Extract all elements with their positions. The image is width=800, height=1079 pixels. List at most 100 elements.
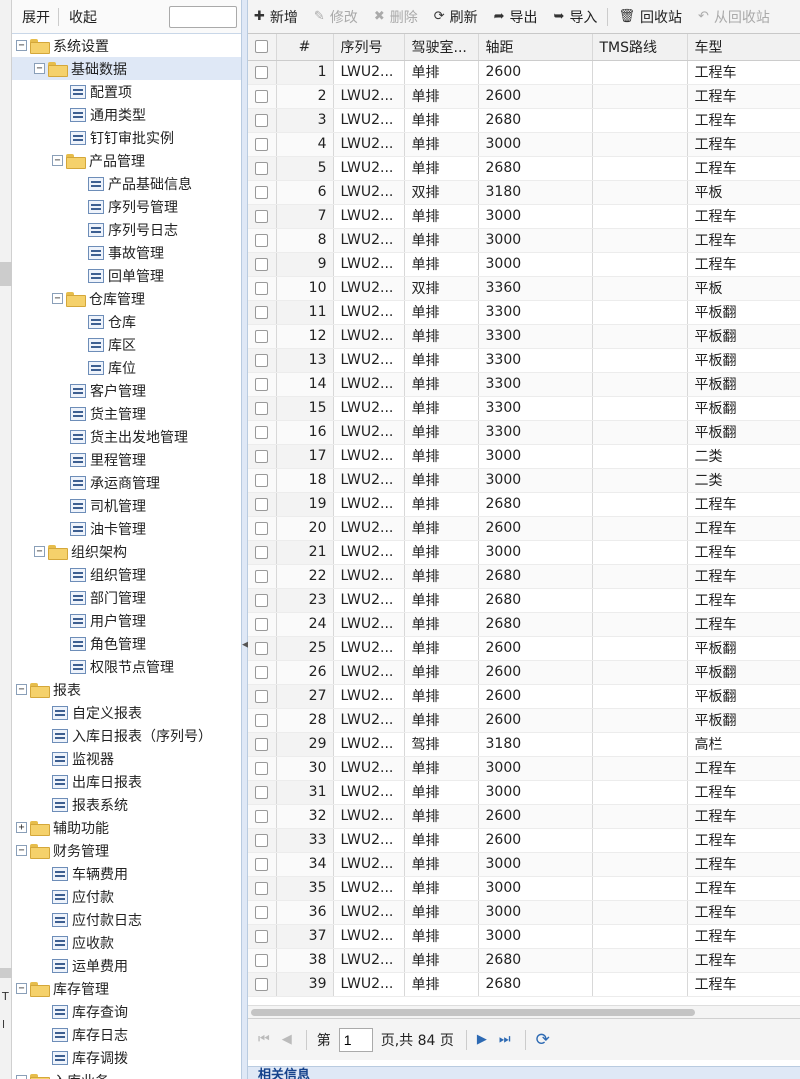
select-all-checkbox[interactable]: [248, 34, 277, 61]
tree-item[interactable]: 出库日报表: [12, 770, 241, 793]
table-row[interactable]: 6 LWU2... 双排 3180 平板: [248, 180, 800, 205]
table-row[interactable]: 25 LWU2... 单排 2600 平板翻: [248, 636, 800, 661]
table-row[interactable]: 23 LWU2... 单排 2680 工程车: [248, 588, 800, 613]
collapse-toggle-icon[interactable]: −: [16, 40, 27, 51]
row-checkbox[interactable]: [248, 564, 277, 589]
tree-item[interactable]: 回单管理: [12, 264, 241, 287]
row-checkbox[interactable]: [248, 300, 277, 325]
table-row[interactable]: 39 LWU2... 单排 2680 工程车: [248, 972, 800, 997]
tree-item[interactable]: 运单费用: [12, 954, 241, 977]
tree-folder[interactable]: + 辅助功能: [12, 816, 241, 839]
table-row[interactable]: 32 LWU2... 单排 2600 工程车: [248, 804, 800, 829]
tree-item[interactable]: 入库日报表（序列号）: [12, 724, 241, 747]
table-row[interactable]: 14 LWU2... 单排 3300 平板翻: [248, 372, 800, 397]
tree-item[interactable]: 货主出发地管理: [12, 425, 241, 448]
first-page-icon[interactable]: ⏮: [258, 1032, 270, 1047]
table-row[interactable]: 22 LWU2... 单排 2680 工程车: [248, 564, 800, 589]
row-checkbox[interactable]: [248, 708, 277, 733]
row-checkbox[interactable]: [248, 372, 277, 397]
prev-page-icon[interactable]: ◀: [282, 1032, 292, 1047]
table-row[interactable]: 7 LWU2... 单排 3000 工程车: [248, 204, 800, 229]
table-row[interactable]: 8 LWU2... 单排 3000 工程车: [248, 228, 800, 253]
table-row[interactable]: 26 LWU2... 单排 2600 平板翻: [248, 660, 800, 685]
table-row[interactable]: 24 LWU2... 单排 2680 工程车: [248, 612, 800, 637]
tree-item[interactable]: 部门管理: [12, 586, 241, 609]
horizontal-scrollbar[interactable]: [248, 1005, 800, 1018]
collapse-toggle-icon[interactable]: −: [34, 63, 45, 74]
tree-item[interactable]: 通用类型: [12, 103, 241, 126]
row-checkbox[interactable]: [248, 516, 277, 541]
tree-folder[interactable]: − 仓库管理: [12, 287, 241, 310]
table-row[interactable]: 2 LWU2... 单排 2600 工程车: [248, 84, 800, 109]
row-checkbox[interactable]: [248, 900, 277, 925]
table-row[interactable]: 5 LWU2... 单排 2680 工程车: [248, 156, 800, 181]
row-checkbox[interactable]: [248, 756, 277, 781]
row-checkbox[interactable]: [248, 108, 277, 133]
tree-item[interactable]: 司机管理: [12, 494, 241, 517]
row-checkbox[interactable]: [248, 804, 277, 829]
tree-folder[interactable]: − 产品管理: [12, 149, 241, 172]
refresh-button[interactable]: ⟳ 刷新: [434, 7, 478, 27]
tree-item[interactable]: 油卡管理: [12, 517, 241, 540]
tree-item[interactable]: 角色管理: [12, 632, 241, 655]
row-checkbox[interactable]: [248, 348, 277, 373]
row-checkbox[interactable]: [248, 396, 277, 421]
row-checkbox[interactable]: [248, 588, 277, 613]
table-row[interactable]: 10 LWU2... 双排 3360 平板: [248, 276, 800, 301]
column-header[interactable]: 车型: [687, 34, 800, 61]
collapse-toggle-icon[interactable]: −: [16, 684, 27, 695]
column-header[interactable]: 轴距: [478, 34, 593, 61]
table-row[interactable]: 15 LWU2... 单排 3300 平板翻: [248, 396, 800, 421]
table-row[interactable]: 17 LWU2... 单排 3000 二类: [248, 444, 800, 469]
row-checkbox[interactable]: [248, 924, 277, 949]
column-header[interactable]: TMS路线: [592, 34, 688, 61]
row-checkbox[interactable]: [248, 444, 277, 469]
tree-item[interactable]: 库存查询: [12, 1000, 241, 1023]
table-row[interactable]: 28 LWU2... 单排 2600 平板翻: [248, 708, 800, 733]
row-checkbox[interactable]: [248, 492, 277, 517]
row-checkbox[interactable]: [248, 540, 277, 565]
tree-folder[interactable]: − 报表: [12, 678, 241, 701]
column-header[interactable]: #: [276, 34, 334, 61]
row-checkbox[interactable]: [248, 852, 277, 877]
row-checkbox[interactable]: [248, 180, 277, 205]
last-page-icon[interactable]: ⏭: [499, 1032, 511, 1047]
row-checkbox[interactable]: [248, 684, 277, 709]
tree-item[interactable]: 组织管理: [12, 563, 241, 586]
row-checkbox[interactable]: [248, 204, 277, 229]
tree-item[interactable]: 库存日志: [12, 1023, 241, 1046]
tree-item[interactable]: 自定义报表: [12, 701, 241, 724]
row-checkbox[interactable]: [248, 660, 277, 685]
row-checkbox[interactable]: [248, 636, 277, 661]
undo-button[interactable]: ↶ 从回收站: [698, 7, 770, 27]
scrollbar-thumb[interactable]: [251, 1009, 695, 1016]
table-row[interactable]: 13 LWU2... 单排 3300 平板翻: [248, 348, 800, 373]
collapse-all-button[interactable]: 收起: [69, 7, 97, 27]
expand-all-button[interactable]: 展开: [22, 7, 50, 27]
row-checkbox[interactable]: [248, 972, 277, 997]
tree-item[interactable]: 报表系统: [12, 793, 241, 816]
collapse-toggle-icon[interactable]: −: [52, 293, 63, 304]
export-button[interactable]: ➦ 导出: [494, 7, 538, 27]
row-checkbox[interactable]: [248, 252, 277, 277]
table-row[interactable]: 37 LWU2... 单排 3000 工程车: [248, 924, 800, 949]
table-row[interactable]: 30 LWU2... 单排 3000 工程车: [248, 756, 800, 781]
plus-button[interactable]: ✚ 新增: [254, 7, 298, 27]
column-header[interactable]: 序列号: [333, 34, 405, 61]
tree-folder[interactable]: − 入库业务: [12, 1069, 241, 1079]
tree-item[interactable]: 应付款日志: [12, 908, 241, 931]
page-number-input[interactable]: [338, 1027, 373, 1052]
table-row[interactable]: 3 LWU2... 单排 2680 工程车: [248, 108, 800, 133]
import-button[interactable]: ➥ 导入: [554, 7, 598, 27]
table-row[interactable]: 29 LWU2... 驾排 3180 高栏: [248, 732, 800, 757]
table-row[interactable]: 11 LWU2... 单排 3300 平板翻: [248, 300, 800, 325]
collapse-toggle-icon[interactable]: −: [16, 845, 27, 856]
tree-item[interactable]: 里程管理: [12, 448, 241, 471]
tree-folder[interactable]: − 基础数据: [12, 57, 241, 80]
table-row[interactable]: 31 LWU2... 单排 3000 工程车: [248, 780, 800, 805]
tree-folder[interactable]: − 财务管理: [12, 839, 241, 862]
trash-button[interactable]: 🗑 回收站: [618, 7, 682, 27]
pencil-button[interactable]: ✎ 修改: [314, 7, 358, 27]
table-row[interactable]: 1 LWU2... 单排 2600 工程车: [248, 60, 800, 85]
collapse-toggle-icon[interactable]: −: [16, 983, 27, 994]
